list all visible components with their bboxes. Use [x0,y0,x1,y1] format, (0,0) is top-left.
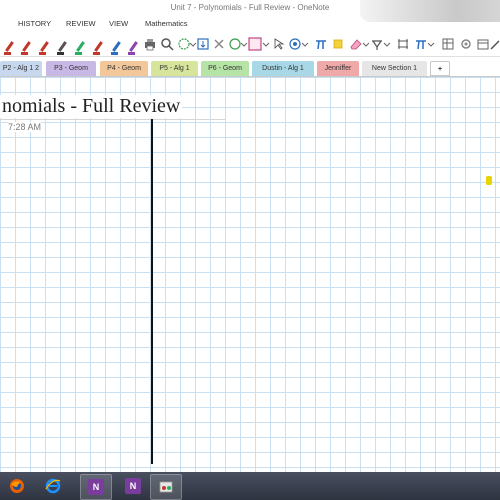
pen-icon[interactable] [488,37,500,51]
taskbar: N N [0,472,500,500]
chevron-down-icon[interactable] [298,37,312,51]
tab-history[interactable]: HISTORY [18,16,51,32]
onenote-icon: N [125,478,141,494]
page-title[interactable]: nomials - Full Review [0,95,183,118]
section-tabs: P2 - Alg 1 2 P3 - Geom P4 - Geom P5 - Al… [0,61,500,77]
pen-blue-icon[interactable] [109,37,123,55]
settings-icon[interactable] [459,37,473,51]
chevron-down-icon[interactable] [424,37,438,51]
section-tab-p6-geom[interactable]: P6 - Geom [201,61,249,76]
chevron-down-icon[interactable] [259,37,273,51]
page-timestamp: 7:28 AM [8,122,42,132]
taskbar-firefox[interactable] [2,474,32,498]
snipping-tool-icon [159,481,173,493]
firefox-icon [10,479,24,493]
onenote-icon: N [88,479,104,495]
section-tab-new-section-1[interactable]: New Section 1 [362,61,427,76]
close-icon[interactable] [212,37,226,51]
pen-red-icon[interactable] [91,37,105,55]
zoom-icon[interactable] [160,37,174,51]
drawn-vertical-line [151,119,153,464]
mouse-cursor-icon [486,176,492,185]
taskbar-snipping-tool[interactable] [150,474,182,500]
tab-review[interactable]: REVIEW [66,16,96,32]
pen-green-icon[interactable] [73,37,87,55]
chevron-down-icon[interactable] [380,37,394,51]
pen-purple-icon[interactable] [126,37,140,55]
page-canvas[interactable] [0,77,500,472]
tab-mathematics[interactable]: Mathematics [145,16,188,32]
tab-view[interactable]: VIEW [109,16,128,32]
section-tab-p5-alg-1[interactable]: P5 - Alg 1 [151,61,198,76]
pen-red-icon[interactable] [37,37,51,55]
pen-dark-icon[interactable] [55,37,69,55]
window-title: Unit 7 - Polynomials - Full Review - One… [170,3,330,12]
highlighter-icon[interactable] [331,37,345,51]
title-underline [0,119,225,120]
pi-icon[interactable] [314,37,328,51]
section-tab-jenniffer[interactable]: Jenniffer [317,61,359,76]
select-icon[interactable] [272,37,286,51]
print-icon[interactable] [143,37,157,51]
section-tab-p3-geom[interactable]: P3 - Geom [46,61,96,76]
table-icon[interactable] [441,37,455,51]
section-tab-p4-geom[interactable]: P4 - Geom [100,61,148,76]
taskbar-onenote[interactable]: N [80,474,112,500]
math-symbol-icon[interactable] [396,37,410,51]
pen-red-icon[interactable] [2,37,16,55]
taskbar-internet-explorer[interactable] [38,474,68,498]
section-tab-p2-alg-1-2[interactable]: P2 - Alg 1 2 [0,61,42,76]
insert-space-icon[interactable] [196,37,210,51]
section-tab-dustin-alg-1[interactable]: Dustin - Alg 1 [252,61,314,76]
toolbar [0,32,500,57]
internet-explorer-icon [45,478,61,494]
taskbar-onenote-2[interactable]: N [118,474,148,498]
pen-red-icon[interactable] [19,37,33,55]
add-section-button[interactable]: + [430,61,450,76]
ribbon-tabs: HISTORY REVIEW VIEW Mathematics [0,16,500,32]
